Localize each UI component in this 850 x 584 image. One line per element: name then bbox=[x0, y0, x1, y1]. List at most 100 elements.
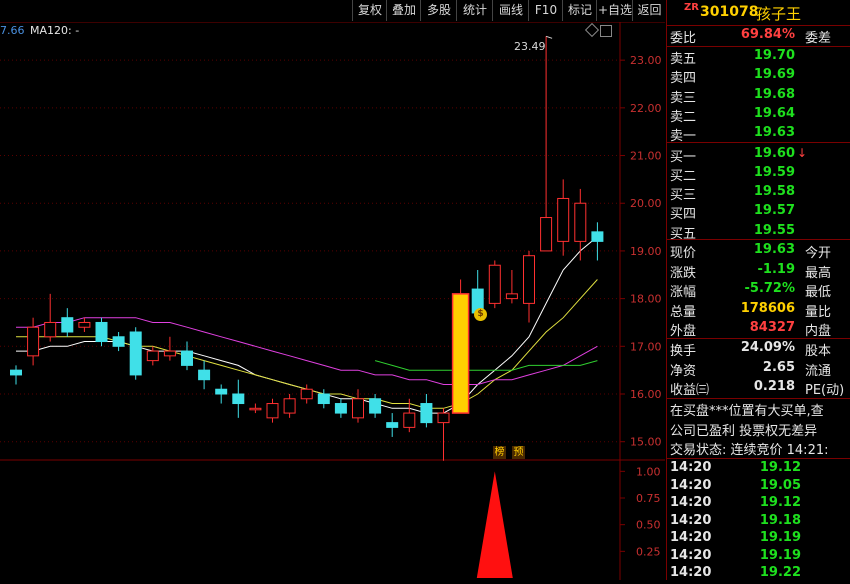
toolbar: 复权 叠加 多股 统计 画线 F10 标记 +自选 返回 bbox=[0, 0, 665, 22]
row-label: 买一 bbox=[670, 149, 697, 165]
row-label: 卖二 bbox=[670, 109, 697, 125]
tick-price: 19.12 bbox=[759, 460, 801, 475]
row-label: 卖五 bbox=[670, 52, 697, 67]
ma-label-prefix: 7.66 bbox=[0, 24, 25, 37]
stock-name: 孩子王 bbox=[756, 5, 802, 23]
candle bbox=[317, 389, 330, 409]
tick-time: 14:20 bbox=[670, 460, 712, 475]
row-label: 净资 bbox=[670, 363, 697, 379]
stat-row: 涨跌 -1.19 最高 bbox=[667, 262, 850, 281]
candle bbox=[283, 394, 296, 418]
candle-body-down bbox=[386, 422, 399, 428]
row-label: 总量 bbox=[670, 304, 697, 320]
stock-tag: ZR bbox=[684, 2, 699, 13]
candle-body-up bbox=[266, 403, 279, 419]
toolbar-button-7[interactable]: +自选 bbox=[596, 0, 633, 21]
row-right-label: 内盘 bbox=[805, 324, 832, 339]
candle bbox=[44, 293, 57, 342]
candle bbox=[95, 317, 108, 347]
weicha-label: 委差 bbox=[805, 31, 832, 46]
candle-body-down bbox=[181, 350, 193, 366]
row-value: 19.58 bbox=[753, 184, 795, 200]
candle-body-up bbox=[352, 398, 364, 419]
bid-row: 买四 19.57 bbox=[667, 203, 850, 222]
candle bbox=[420, 394, 433, 428]
tick-row: 14:20 19.22 bbox=[667, 565, 850, 584]
candle bbox=[232, 379, 245, 418]
tick-time: 14:20 bbox=[670, 512, 712, 528]
candle bbox=[451, 279, 470, 414]
candle bbox=[334, 398, 347, 418]
forecast-badge: 预 bbox=[512, 446, 525, 459]
tick-price: 19.12 bbox=[759, 495, 801, 510]
news-line[interactable]: 公司已盈利 投票权无差异 bbox=[667, 420, 850, 439]
row-label: 卖四 bbox=[670, 71, 697, 87]
candle bbox=[181, 341, 193, 371]
row-value: 0.218 bbox=[753, 379, 795, 394]
toolbar-button-2[interactable]: 多股 bbox=[420, 0, 457, 21]
tick-row: 14:20 19.19 bbox=[667, 548, 850, 567]
news-line[interactable]: 在买盘***位置有大买单,查 bbox=[667, 400, 850, 419]
candle-body-up bbox=[300, 388, 313, 400]
row-value: 24.09% bbox=[740, 340, 795, 355]
chart-menu-icon[interactable] bbox=[600, 25, 612, 37]
candle bbox=[78, 317, 91, 332]
candle bbox=[10, 365, 22, 385]
row-value: 19.68 bbox=[753, 86, 795, 102]
row-label: 现价 bbox=[670, 246, 697, 261]
row-value: 19.64 bbox=[753, 105, 795, 121]
toolbar-button-4[interactable]: 画线 bbox=[492, 0, 529, 21]
price-tick-label: 20.00 bbox=[630, 197, 662, 210]
bid-row: 买三 19.58 bbox=[667, 184, 850, 203]
row-label: 买二 bbox=[670, 168, 697, 184]
ask-row: 卖五 19.70 bbox=[667, 48, 850, 67]
row-value: -5.72% bbox=[744, 281, 796, 296]
candle-body-down bbox=[61, 317, 74, 333]
candle-body-up bbox=[403, 412, 416, 428]
row-right-label: 最高 bbox=[805, 265, 832, 281]
row-label: 外盘 bbox=[670, 324, 697, 339]
chart-area[interactable]: 1.00 0.75 0.50 0.25 23.00 22.00 21.00 20.00 19.… bbox=[0, 21, 665, 580]
toolbar-button-1[interactable]: 叠加 bbox=[386, 0, 421, 21]
tick-time: 14:20 bbox=[670, 547, 712, 563]
tick-row: 14:20 19.12 bbox=[667, 495, 850, 514]
toolbar-button-0[interactable]: 复权 bbox=[352, 0, 387, 21]
toolbar-button-3[interactable]: 统计 bbox=[456, 0, 493, 21]
weibi-value: 69.84% bbox=[740, 27, 795, 42]
candle-body-down bbox=[591, 231, 604, 242]
tick-price: 19.19 bbox=[759, 547, 801, 563]
tick-time: 14:20 bbox=[670, 477, 712, 493]
row-value: 19.57 bbox=[753, 203, 795, 219]
high-pointer bbox=[545, 35, 553, 39]
candle-body-down bbox=[232, 393, 245, 405]
stock-code: 301078 bbox=[700, 4, 759, 20]
stat-row: 现价 19.63 今开 bbox=[667, 242, 850, 261]
candle-body-up bbox=[437, 412, 450, 424]
price-tick-label: 22.00 bbox=[630, 102, 662, 115]
down-arrow-icon: ↓ bbox=[797, 145, 808, 160]
candle-body-down bbox=[95, 321, 108, 343]
row-value: 19.60 bbox=[753, 145, 795, 161]
rank-badge: 榜 bbox=[493, 446, 506, 459]
tick-row: 14:20 19.05 bbox=[667, 478, 850, 497]
candle bbox=[146, 346, 159, 366]
candle bbox=[591, 222, 604, 261]
price-tick-label: 17.00 bbox=[630, 340, 662, 353]
candle bbox=[386, 413, 399, 437]
candle bbox=[574, 188, 587, 261]
candle bbox=[112, 332, 125, 352]
stat2-row: 换手 24.09% 股本 bbox=[667, 340, 850, 359]
toolbar-button-6[interactable]: 标记 bbox=[562, 0, 597, 21]
stat2-row: 净资 2.65 流通 bbox=[667, 360, 850, 379]
tick-time: 14:20 bbox=[670, 565, 712, 580]
candle-body-up bbox=[44, 321, 57, 338]
toolbar-button-8[interactable]: 返回 bbox=[632, 0, 666, 21]
row-value: 178606 bbox=[740, 300, 795, 316]
candle-body-up bbox=[249, 407, 262, 411]
toolbar-button-5[interactable]: F10 bbox=[528, 0, 563, 21]
tick-price: 19.22 bbox=[759, 565, 801, 580]
kline-chart[interactable]: 1.00 0.75 0.50 0.25 23.00 22.00 21.00 20.00 19.… bbox=[0, 21, 665, 580]
row-right-label: 股本 bbox=[805, 344, 832, 359]
price-tick-label: 19.00 bbox=[630, 245, 662, 258]
candle bbox=[523, 250, 535, 323]
